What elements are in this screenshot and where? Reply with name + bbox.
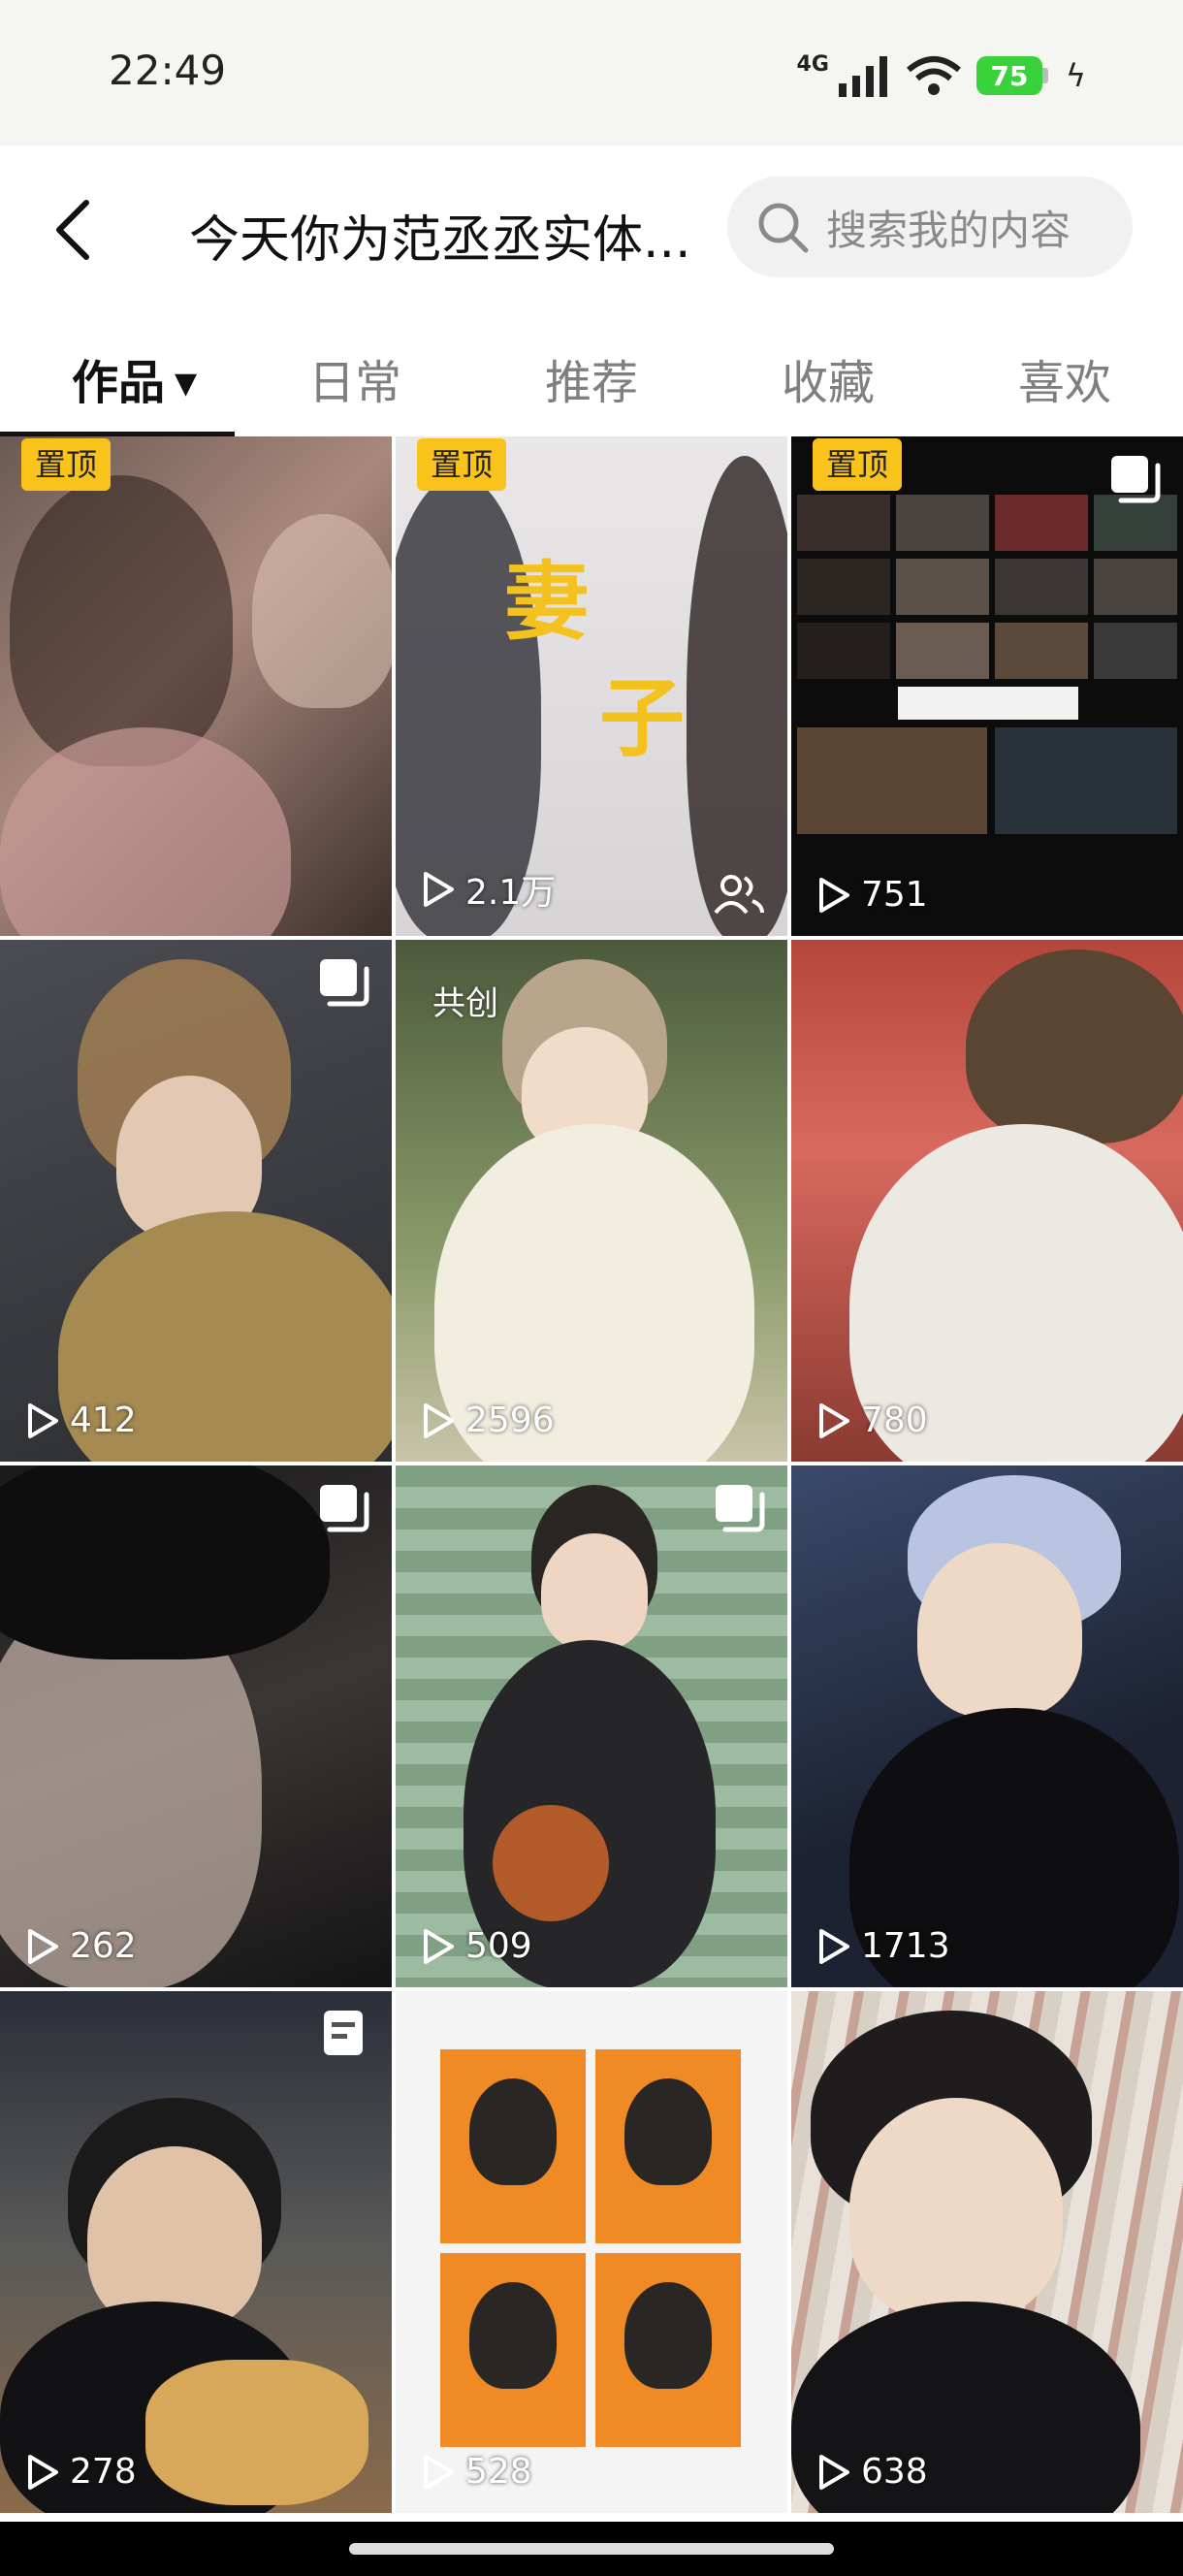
home-indicator[interactable] (349, 2543, 834, 2555)
play-icon (424, 2454, 454, 2490)
article-icon (324, 2011, 363, 2055)
play-icon (819, 2454, 849, 2490)
battery-level: 75 (975, 56, 1042, 95)
network-type: 4G (796, 51, 829, 77)
status-bar: 22:49 4G 75 ϟ (0, 0, 1183, 145)
tab-works[interactable]: 作品 ▼ (72, 344, 197, 412)
video-thumbnail[interactable]: 412 (0, 940, 392, 1462)
video-thumbnail[interactable]: 509 (396, 1465, 787, 1987)
play-count: 1713 (816, 1926, 950, 1966)
play-count-value: 509 (465, 1926, 532, 1966)
video-thumbnail[interactable]: 262 (0, 1465, 392, 1987)
pinned-badge: 置顶 (21, 438, 112, 491)
play-count: 262 (25, 1926, 137, 1966)
play-icon (28, 1928, 58, 1964)
play-count-value: 262 (70, 1926, 137, 1966)
content-tabs: 作品 ▼ 日常 推荐 收藏 喜欢 (0, 320, 1183, 437)
back-button[interactable] (39, 196, 107, 264)
page-title: 今天你为范丞丞实体... (189, 211, 691, 270)
wifi-icon (906, 56, 961, 95)
overlay-text: 子 (599, 668, 686, 768)
tab-label: 日常 (308, 356, 402, 410)
system-nav-bar (0, 2522, 1183, 2576)
overlay-text: 妻 (504, 552, 591, 652)
play-count-value: 751 (861, 875, 928, 915)
video-thumbnail[interactable]: 1713 (791, 1465, 1183, 1987)
tab-label: 推荐 (545, 356, 639, 410)
collaborators-icon (714, 875, 764, 915)
multi-image-icon (320, 959, 369, 1007)
video-thumbnail[interactable]: 妻 子 置顶 2.1万 (396, 436, 787, 936)
video-thumbnail[interactable]: 共创 2596 (396, 940, 787, 1462)
search-placeholder: 搜索我的内容 (826, 206, 1071, 254)
play-icon (28, 1402, 58, 1438)
play-count: 2.1万 (421, 864, 556, 915)
play-count-value: 2596 (465, 1401, 555, 1440)
tab-daily[interactable]: 日常 (308, 344, 401, 412)
play-count: 412 (25, 1401, 137, 1440)
caret-down-icon: ▼ (175, 367, 198, 401)
play-count: 2596 (421, 1401, 555, 1440)
tab-label: 作品 (72, 356, 166, 410)
play-count-value: 412 (70, 1401, 137, 1440)
chevron-left-icon (56, 200, 89, 260)
play-count-value: 780 (861, 1401, 928, 1440)
play-count-value: 638 (861, 2452, 928, 2492)
play-count-value: 1713 (861, 1926, 950, 1966)
play-count: 278 (25, 2452, 137, 2492)
video-thumbnail[interactable]: 278 (0, 1991, 392, 2513)
multi-image-icon (1111, 456, 1161, 503)
pinned-badge: 置顶 (417, 438, 507, 491)
video-thumbnail[interactable]: 528 (396, 1991, 787, 2513)
co-create-badge: 共创 (432, 984, 498, 1023)
multi-image-icon (320, 1485, 369, 1532)
charging-icon: ϟ (1065, 57, 1086, 94)
status-time: 22:49 (109, 47, 227, 94)
tab-label: 收藏 (782, 356, 876, 410)
play-icon (424, 1928, 454, 1964)
video-thumbnail[interactable]: 638 (791, 1991, 1183, 2513)
play-count: 780 (816, 1401, 928, 1440)
play-icon (819, 877, 849, 913)
play-icon (28, 2454, 58, 2490)
play-count: 528 (421, 2452, 532, 2492)
play-count-value: 278 (70, 2452, 137, 2492)
video-thumbnail[interactable]: 780 (791, 940, 1183, 1462)
play-icon (819, 1402, 849, 1438)
play-icon (424, 872, 454, 907)
multi-image-icon (716, 1485, 765, 1532)
video-thumbnail[interactable]: 置顶 (0, 436, 392, 936)
battery-icon: 75 (975, 56, 1048, 95)
play-icon (424, 1402, 454, 1438)
play-count: 509 (421, 1926, 532, 1966)
tab-label: 喜欢 (1018, 356, 1112, 410)
pinned-badge: 置顶 (813, 438, 903, 491)
play-count-value: 2.1万 (465, 873, 557, 913)
play-count-value: 528 (465, 2452, 532, 2492)
search-icon (754, 199, 811, 255)
signal-icon (838, 56, 887, 97)
search-box[interactable]: 搜索我的内容 (727, 177, 1133, 277)
play-count: 638 (816, 2452, 928, 2492)
video-grid: 置顶 妻 子 置顶 2.1万 置顶 751 412 共创 2596 780 26… (0, 436, 1183, 2522)
tab-recommend[interactable]: 推荐 (545, 344, 638, 412)
top-header: 今天你为范丞丞实体... 搜索我的内容 (0, 145, 1183, 310)
video-thumbnail[interactable]: 置顶 751 (791, 436, 1183, 936)
tab-favorites[interactable]: 收藏 (782, 344, 875, 412)
play-icon (819, 1928, 849, 1964)
status-icons: 4G 75 ϟ (797, 48, 1086, 103)
play-count: 751 (816, 875, 928, 915)
tab-likes[interactable]: 喜欢 (1018, 344, 1111, 412)
